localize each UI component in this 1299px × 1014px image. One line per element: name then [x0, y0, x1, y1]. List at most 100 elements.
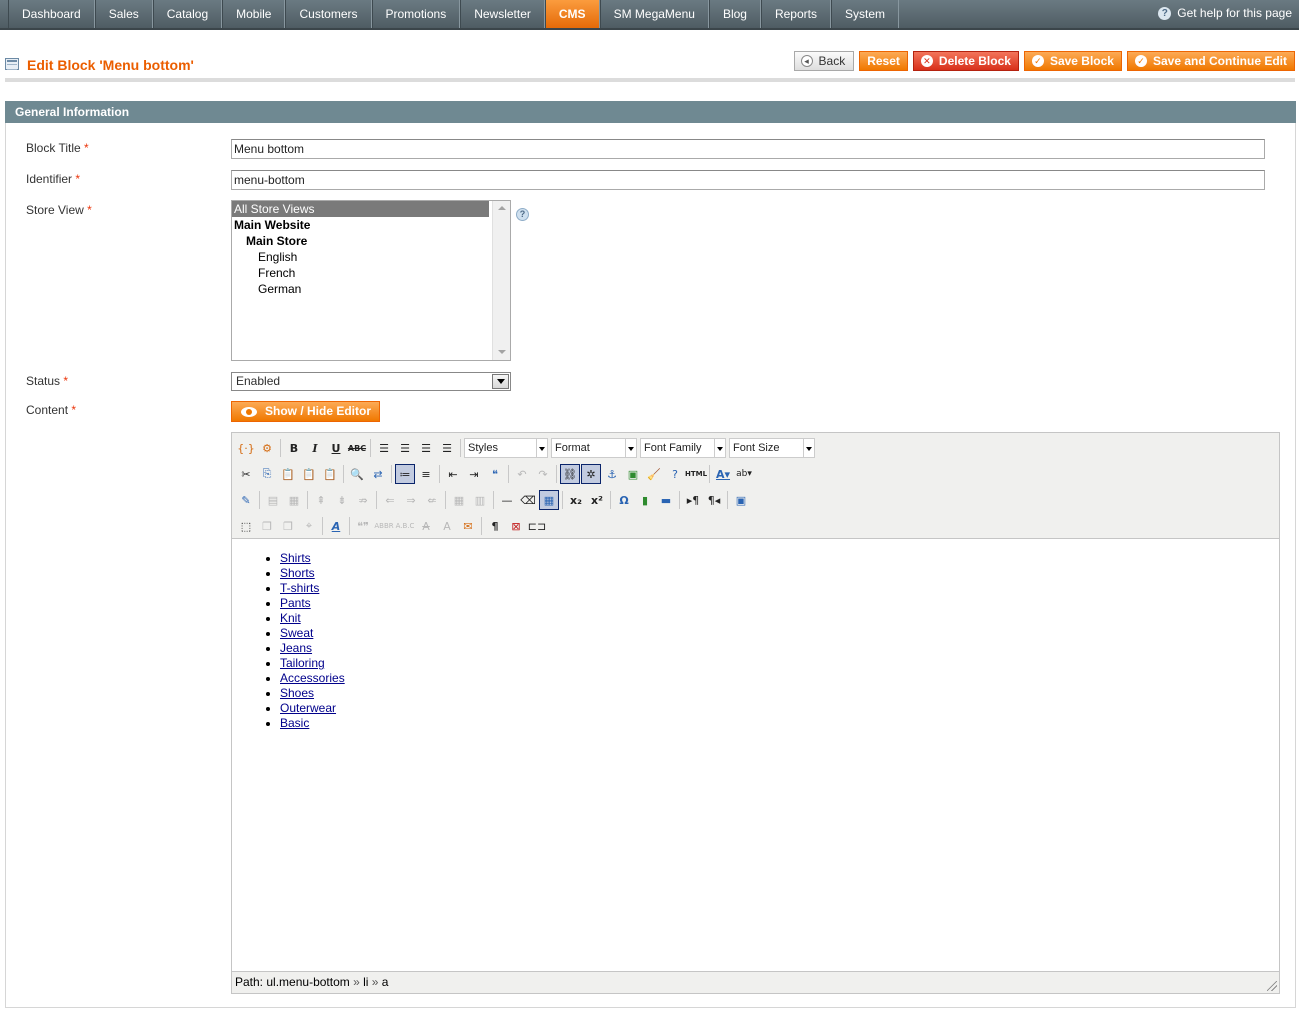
- insert-layer-box-icon[interactable]: ⬚: [236, 516, 256, 536]
- delete-block-button[interactable]: ✕ Delete Block: [912, 51, 1019, 71]
- menu-link[interactable]: Sweat: [280, 626, 313, 640]
- nav-item-mobile[interactable]: Mobile: [222, 0, 286, 28]
- cite-icon[interactable]: ❝❞: [353, 516, 373, 536]
- nav-item-catalog[interactable]: Catalog: [152, 0, 223, 28]
- menu-link[interactable]: Jeans: [280, 641, 312, 655]
- abbr-icon[interactable]: ABBR: [374, 516, 394, 536]
- move-forward-icon[interactable]: ❐: [257, 516, 277, 536]
- col-before-icon[interactable]: ⇐: [380, 490, 400, 510]
- nav-item-sales[interactable]: Sales: [94, 0, 153, 28]
- show-hide-editor-button[interactable]: Show / Hide Editor: [231, 401, 381, 422]
- menu-link[interactable]: Basic: [280, 716, 309, 730]
- store-view-scrollbar[interactable]: [492, 201, 510, 360]
- subscript-icon[interactable]: x₂: [566, 490, 586, 510]
- scroll-down-icon[interactable]: [498, 350, 506, 354]
- attributes-icon[interactable]: ✉: [458, 516, 478, 536]
- status-select[interactable]: Enabled: [231, 372, 511, 391]
- paste-icon[interactable]: 📋: [278, 464, 298, 484]
- html-source-icon[interactable]: HTML: [685, 464, 707, 484]
- paste-text-icon[interactable]: 📋: [299, 464, 319, 484]
- back-button[interactable]: ◂ Back: [793, 51, 855, 71]
- absolute-icon[interactable]: ⌖: [299, 516, 319, 536]
- media-icon[interactable]: ▮: [635, 490, 655, 510]
- superscript-icon[interactable]: x²: [587, 490, 607, 510]
- strikethrough-icon[interactable]: ABC: [347, 438, 367, 458]
- styleprops-icon[interactable]: A: [326, 516, 346, 536]
- format-dropdown[interactable]: Format: [551, 438, 637, 458]
- nav-item-system[interactable]: System: [831, 0, 900, 28]
- bullet-list-icon[interactable]: ≔: [395, 464, 415, 484]
- block-title-input[interactable]: [231, 139, 1265, 159]
- del-icon[interactable]: A: [416, 516, 436, 536]
- cleanup-icon[interactable]: 🧹: [644, 464, 664, 484]
- menu-link[interactable]: Accessories: [280, 671, 345, 685]
- ins-icon[interactable]: A: [437, 516, 457, 536]
- nav-item-customers[interactable]: Customers: [285, 0, 372, 28]
- menu-link[interactable]: Shirts: [280, 551, 311, 565]
- font-size-dropdown[interactable]: Font Size: [729, 438, 815, 458]
- replace-icon[interactable]: ⇄: [368, 464, 388, 484]
- row-before-icon[interactable]: ⇞: [311, 490, 331, 510]
- store-view-multiselect[interactable]: All Store Views Main Website Main Store Eng…: [231, 200, 511, 361]
- store-view-option[interactable]: All Store Views: [232, 201, 489, 217]
- text-color-icon[interactable]: A▾: [713, 464, 733, 484]
- font-family-dropdown[interactable]: Font Family: [640, 438, 726, 458]
- paste-word-icon[interactable]: 📋: [320, 464, 340, 484]
- underline-icon[interactable]: U: [326, 438, 346, 458]
- italic-icon[interactable]: I: [305, 438, 325, 458]
- remove-format-icon[interactable]: ⌫: [518, 490, 538, 510]
- reset-button[interactable]: Reset: [859, 51, 908, 71]
- menu-link[interactable]: T-shirts: [280, 581, 319, 595]
- store-view-option[interactable]: French: [232, 265, 510, 281]
- copy-icon[interactable]: ⎘: [257, 464, 277, 484]
- nav-item-dashboard[interactable]: Dashboard: [8, 0, 95, 28]
- fullscreen-icon[interactable]: ▣: [731, 490, 751, 510]
- indent-icon[interactable]: ⇥: [464, 464, 484, 484]
- align-left-icon[interactable]: ☰: [374, 438, 394, 458]
- row-after-icon[interactable]: ⇟: [332, 490, 352, 510]
- cut-icon[interactable]: ✂: [236, 464, 256, 484]
- scroll-up-icon[interactable]: [498, 206, 506, 210]
- insert-variable-icon[interactable]: {·}: [236, 438, 256, 458]
- visual-aid-icon[interactable]: ▦: [539, 490, 559, 510]
- menu-link[interactable]: Shoes: [280, 686, 314, 700]
- align-center-icon[interactable]: ☰: [395, 438, 415, 458]
- save-block-button[interactable]: ✓ Save Block: [1023, 51, 1122, 71]
- redo-icon[interactable]: ↷: [533, 464, 553, 484]
- nav-item-sm-megamenu[interactable]: SM MegaMenu: [599, 0, 709, 28]
- nav-item-blog[interactable]: Blog: [708, 0, 761, 28]
- insert-widget-icon[interactable]: ⚙: [257, 438, 277, 458]
- bold-icon[interactable]: B: [284, 438, 304, 458]
- save-continue-button[interactable]: ✓ Save and Continue Edit: [1126, 51, 1295, 71]
- non-breaking-icon[interactable]: ⊠: [506, 516, 526, 536]
- insert-image-icon[interactable]: ▣: [623, 464, 643, 484]
- delete-col-icon[interactable]: ⇍: [422, 490, 442, 510]
- find-icon[interactable]: 🔍: [347, 464, 367, 484]
- align-justify-icon[interactable]: ☰: [437, 438, 457, 458]
- help-link[interactable]: ? Get help for this page: [1158, 6, 1292, 20]
- insert-layer-icon[interactable]: ▤: [263, 490, 283, 510]
- menu-link[interactable]: Pants: [280, 596, 311, 610]
- anchor-icon[interactable]: ⚓: [602, 464, 622, 484]
- nav-item-cms[interactable]: CMS: [544, 0, 600, 28]
- store-view-option[interactable]: English: [232, 249, 510, 265]
- merge-cells-icon[interactable]: ▥: [470, 490, 490, 510]
- advanced-hr-icon[interactable]: ▬: [656, 490, 676, 510]
- store-view-option[interactable]: Main Store: [232, 233, 510, 249]
- outdent-icon[interactable]: ⇤: [443, 464, 463, 484]
- chevron-down-icon[interactable]: [492, 374, 509, 389]
- align-right-icon[interactable]: ☰: [416, 438, 436, 458]
- split-cells-icon[interactable]: ▦: [449, 490, 469, 510]
- identifier-input[interactable]: [231, 170, 1265, 190]
- menu-link[interactable]: Tailoring: [280, 656, 325, 670]
- menu-link[interactable]: Knit: [280, 611, 301, 625]
- move-backward-icon[interactable]: ❐: [278, 516, 298, 536]
- link-icon[interactable]: ⛓: [560, 464, 580, 484]
- col-after-icon[interactable]: ⇒: [401, 490, 421, 510]
- horizontal-rule-icon[interactable]: —: [497, 490, 517, 510]
- editor-content-area[interactable]: ShirtsShortsT-shirtsPantsKnitSweatJeansT…: [232, 538, 1279, 972]
- undo-icon[interactable]: ↶: [512, 464, 532, 484]
- styles-dropdown[interactable]: Styles: [464, 438, 548, 458]
- special-char-icon[interactable]: Ω: [614, 490, 634, 510]
- nav-item-newsletter[interactable]: Newsletter: [460, 0, 545, 28]
